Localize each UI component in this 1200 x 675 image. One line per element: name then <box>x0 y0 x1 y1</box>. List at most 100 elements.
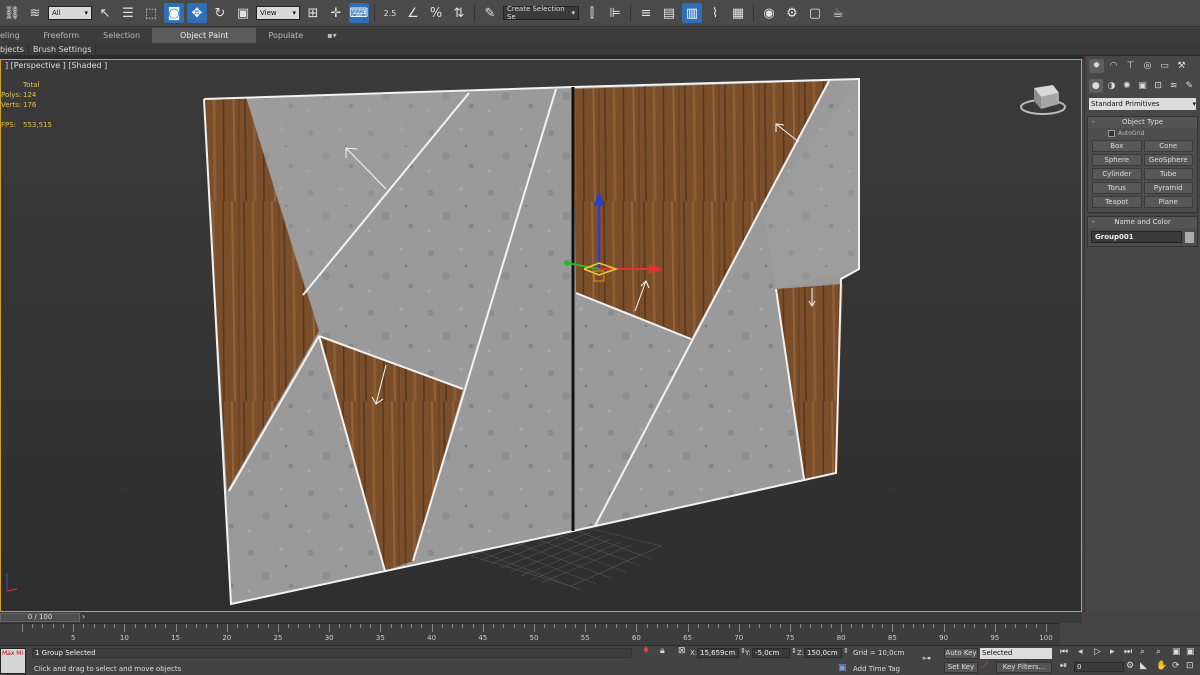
track-bar[interactable]: 5 10 15 20 25 30 35 40 45 50 55 60 65 70 75 80 85 90 95 100 <box>0 623 1060 645</box>
set-key-button[interactable]: Set Key <box>944 662 978 673</box>
fov-icon[interactable]: ◣ <box>1140 661 1147 671</box>
utilities-tab-icon[interactable]: ⚒ <box>1174 59 1189 73</box>
selection-filter[interactable]: All ▾ <box>48 6 92 20</box>
tab-object-paint[interactable]: Object Paint <box>152 28 257 43</box>
maxscript-listener-mini[interactable]: Max Mi <box>0 648 26 674</box>
edit-named-sel-icon[interactable]: ✎ <box>480 3 500 23</box>
select-by-name-icon[interactable]: ☰ <box>118 3 138 23</box>
category-dropdown[interactable]: Standard Primitives ▾ <box>1089 98 1196 110</box>
material-editor-icon[interactable]: ◉ <box>759 3 779 23</box>
select-scale-icon[interactable]: ▣ <box>233 3 253 23</box>
create-tab-icon[interactable]: ✹ <box>1089 59 1104 73</box>
ref-coord-system[interactable]: View ▾ <box>256 6 300 20</box>
helpers-icon[interactable]: ⊡ <box>1151 79 1165 93</box>
z-coord-field[interactable]: 150,0cm <box>804 648 842 658</box>
key-icon[interactable]: ⊶ <box>922 654 931 664</box>
systems-icon[interactable]: ✎ <box>1182 79 1196 93</box>
spinner-snap-icon[interactable]: ⇅ <box>449 3 469 23</box>
tab-populate[interactable]: Populate <box>256 28 315 43</box>
toggle-ribbon-icon[interactable]: ▥ <box>682 3 702 23</box>
y-coord-field[interactable]: -5,0cm <box>752 648 790 658</box>
keyboard-shortcut-icon[interactable]: ⌨ <box>349 3 369 23</box>
spacewarps-icon[interactable]: ≋ <box>1167 79 1181 93</box>
x-coord-field[interactable]: 15,659cm <box>697 648 739 658</box>
y-spinner-icon[interactable]: ⇕ <box>791 647 797 655</box>
chain-link-icon[interactable]: ⛓ <box>2 3 22 23</box>
mirror-icon[interactable]: ⫿ <box>582 3 602 23</box>
plane-button[interactable]: Plane <box>1143 196 1193 208</box>
select-move-icon[interactable]: ✥ <box>187 3 207 23</box>
time-config-icon[interactable]: ⚙ <box>1126 661 1134 671</box>
name-color-header[interactable]: - Name and Color <box>1088 217 1197 228</box>
bind-space-warp-icon[interactable]: ≋ <box>25 3 45 23</box>
pivot-icon[interactable]: ⊞ <box>303 3 323 23</box>
orbit-icon[interactable]: ⟳ <box>1172 661 1180 671</box>
key-set-dropdown[interactable]: Selected <box>980 648 1052 659</box>
cone-button[interactable]: Cone <box>1143 140 1193 152</box>
box-button[interactable]: Box <box>1092 140 1142 152</box>
lights-icon[interactable]: ✺ <box>1120 79 1134 93</box>
ribbon-options-icon[interactable]: ▪▾ <box>315 28 348 43</box>
cameras-icon[interactable]: ▣ <box>1136 79 1150 93</box>
geosphere-button[interactable]: GeoSphere <box>1143 154 1193 166</box>
toggle-layer-explorer-icon[interactable]: ▤ <box>659 3 679 23</box>
viewport-label[interactable]: ] [Perspective ] [Shaded ] <box>5 61 107 70</box>
zoom-all-icon[interactable]: ⌕ <box>1156 647 1161 657</box>
hierarchy-tab-icon[interactable]: ⊤ <box>1123 59 1138 73</box>
torus-button[interactable]: Torus <box>1092 182 1142 194</box>
viewcube-icon[interactable] <box>1020 85 1066 115</box>
snaps-toggle-icon[interactable]: 2.5 <box>380 3 400 23</box>
object-color-swatch[interactable] <box>1185 231 1194 243</box>
time-slider[interactable]: 0 / 100 › <box>0 612 1082 623</box>
select-object-icon[interactable]: ↖ <box>95 3 115 23</box>
set-keys-icon[interactable]: ⟋ <box>982 661 988 671</box>
time-tag-icon[interactable]: ▣ <box>838 663 847 673</box>
zoom-extents-all-icon[interactable]: ▣ <box>1186 647 1195 657</box>
modify-tab-icon[interactable]: ◠ <box>1106 59 1121 73</box>
render-teapot-icon[interactable]: ☕ <box>828 3 848 23</box>
percent-snap-icon[interactable]: % <box>426 3 446 23</box>
current-frame-field[interactable]: 0 <box>1074 662 1124 672</box>
add-time-tag[interactable]: Add Time Tag <box>853 665 900 673</box>
select-rotate-icon[interactable]: ↻ <box>210 3 230 23</box>
absolute-mode-icon[interactable]: ⊠ <box>678 646 686 656</box>
isolate-selection-icon[interactable]: ♦ <box>642 646 650 656</box>
tab-modeling[interactable]: eling <box>0 28 32 43</box>
zoom-extents-icon[interactable]: ▣ <box>1172 647 1181 657</box>
pan-icon[interactable]: ✋ <box>1156 661 1167 671</box>
prev-frame-icon[interactable]: ◂ <box>1078 647 1083 657</box>
tab-selection[interactable]: Selection <box>91 28 152 43</box>
z-spinner-icon[interactable]: ⇕ <box>843 647 849 655</box>
geometry-icon[interactable]: ● <box>1089 79 1103 93</box>
pyramid-button[interactable]: Pyramid <box>1143 182 1193 194</box>
autogrid-checkbox[interactable]: AutoGrid <box>1088 128 1197 138</box>
tab-freeform[interactable]: Freeform <box>32 28 92 43</box>
key-filters-button[interactable]: Key Filters... <box>996 662 1052 673</box>
object-name-field[interactable]: Group001 <box>1091 231 1182 243</box>
teapot-button[interactable]: Teapot <box>1092 196 1142 208</box>
render-setup-icon[interactable]: ⚙ <box>782 3 802 23</box>
sphere-button[interactable]: Sphere <box>1092 154 1142 166</box>
curve-editor-icon[interactable]: ⌇ <box>705 3 725 23</box>
cylinder-button[interactable]: Cylinder <box>1092 168 1142 180</box>
selection-lock-icon[interactable]: 🔒︎ <box>660 646 665 656</box>
ribbon-brush-settings-panel[interactable]: Brush Settings <box>29 44 97 54</box>
key-mode-icon[interactable]: ⏯ <box>1060 661 1067 671</box>
toggle-scene-explorer-icon[interactable]: ≡ <box>636 3 656 23</box>
window-crossing-icon[interactable]: ◙ <box>164 3 184 23</box>
ribbon-objects-panel[interactable]: bjects <box>0 44 29 54</box>
play-icon[interactable]: ▷ <box>1094 647 1101 657</box>
object-type-header[interactable]: - Object Type <box>1088 117 1197 128</box>
schematic-view-icon[interactable]: ▦ <box>728 3 748 23</box>
select-manipulate-icon[interactable]: ✛ <box>326 3 346 23</box>
next-frame-icon[interactable]: › <box>82 612 85 621</box>
next-frame-icon[interactable]: ▸ <box>1110 647 1115 657</box>
maximize-viewport-icon[interactable]: ⊡ <box>1186 661 1194 671</box>
goto-start-icon[interactable]: ⏮ <box>1060 647 1068 657</box>
shapes-icon[interactable]: ◑ <box>1105 79 1119 93</box>
auto-key-button[interactable]: Auto Key <box>944 648 978 659</box>
rendered-frame-window-icon[interactable]: ▢ <box>805 3 825 23</box>
align-icon[interactable]: ⊫ <box>605 3 625 23</box>
goto-end-icon[interactable]: ⏭ <box>1124 647 1132 657</box>
named-selection-set[interactable]: Create Selection Se ▾ <box>503 5 579 21</box>
